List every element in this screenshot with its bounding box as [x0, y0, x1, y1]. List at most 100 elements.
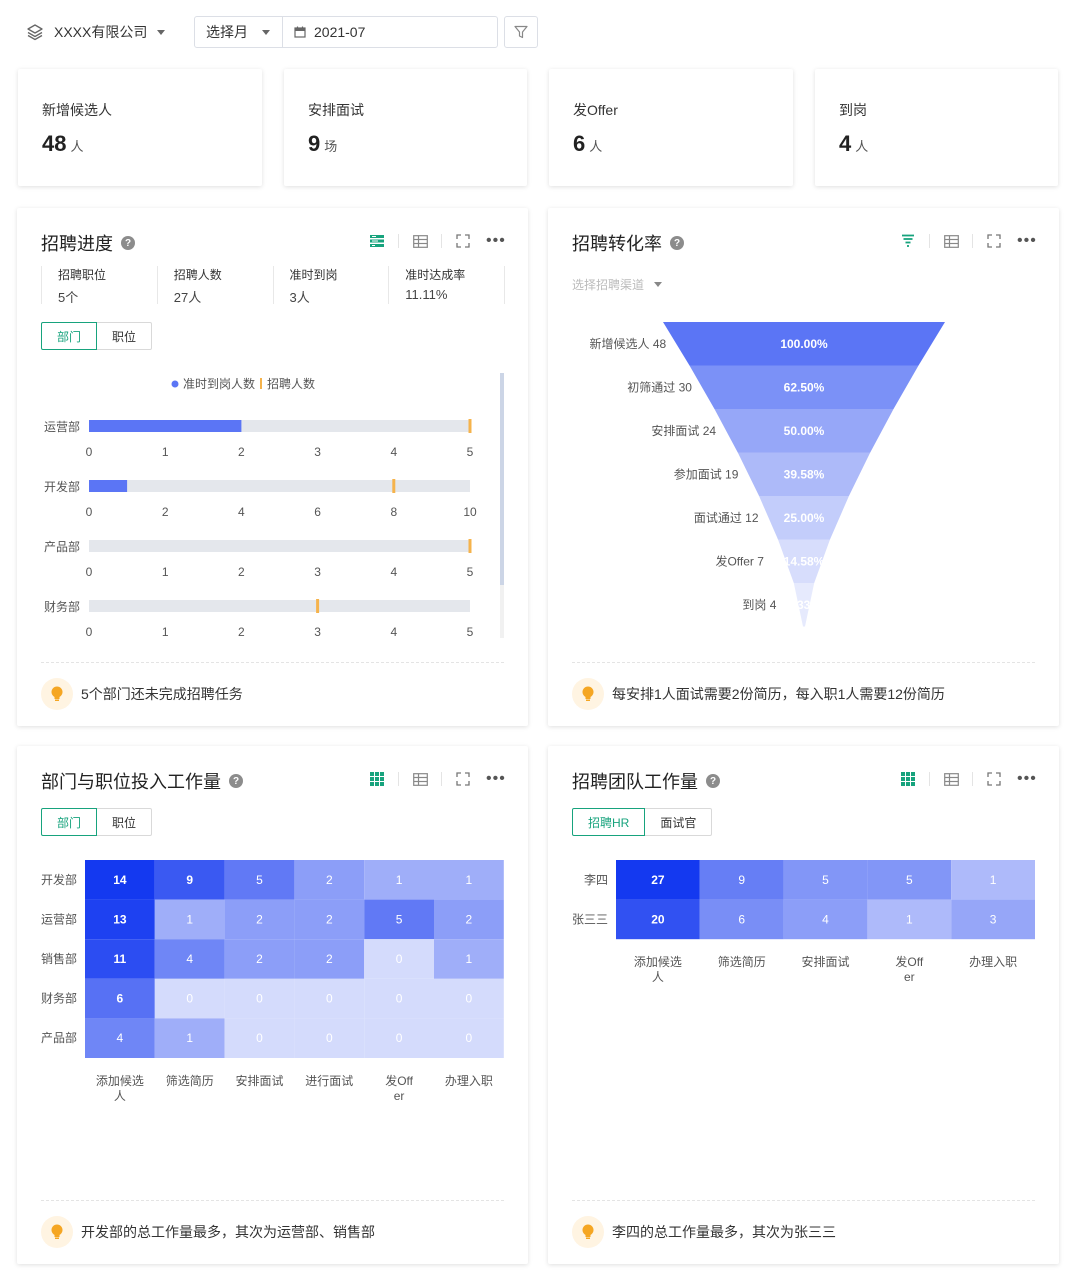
department-workload-heatmap: 开发部 14 9 5 2 1 1运营部 13 1 2 2 5 2销售部 11 4 2 2 0 1财务部 6 0 0 0 0 0产… [41, 860, 504, 1103]
kpi-unit: 场 [324, 139, 338, 154]
table-view-icon[interactable] [942, 232, 960, 250]
help-icon[interactable]: ? [121, 236, 135, 250]
bar-track [89, 480, 470, 492]
tick-label: 0 [86, 565, 93, 579]
heatmap-value: 0 [326, 1031, 333, 1045]
insight-tip: 每安排1人面试需要2份简历，每入职1人需要12份简历 [572, 678, 945, 710]
heatmap-view-icon[interactable] [899, 770, 917, 788]
tab-department[interactable]: 部门 [41, 808, 98, 836]
table-view-icon[interactable] [942, 770, 960, 788]
heatmap-value: 2 [326, 952, 333, 966]
heatmap-value: 2 [326, 873, 333, 887]
toolbar-divider [398, 772, 399, 786]
tip-text: 李四的总工作量最多，其次为张三三 [612, 1224, 836, 1240]
bar-track [89, 600, 470, 612]
heatmap-value: 5 [256, 873, 263, 887]
row-label: 销售部 [41, 951, 77, 966]
row-label: 李四 [584, 872, 608, 887]
tick-label: 6 [314, 505, 321, 519]
company-selector[interactable]: XXXX有限公司 [26, 20, 166, 44]
toolbar-divider [972, 772, 973, 786]
fullscreen-icon[interactable] [454, 770, 472, 788]
stat-label: 招聘职位 [58, 268, 107, 282]
help-icon[interactable]: ? [670, 236, 684, 250]
heatmap-value: 1 [466, 873, 473, 887]
heatmap-value: 3 [990, 912, 997, 926]
chevron-down-icon [157, 29, 166, 35]
layers-icon [27, 24, 43, 41]
toolbar-divider [972, 234, 973, 248]
filter-button[interactable] [504, 16, 538, 48]
tab-interviewer[interactable]: 面试官 [645, 808, 713, 836]
heatmap-value: 1 [396, 873, 403, 887]
fullscreen-icon[interactable] [985, 770, 1003, 788]
panel-title-text: 部门与职位投入工作量 [41, 772, 221, 792]
legend-arrived: 准时到岗人数 [183, 376, 255, 391]
top-bar: XXXX有限公司 选择月 2021-07 [0, 0, 1079, 62]
help-icon[interactable]: ? [706, 774, 720, 788]
more-options-icon[interactable]: ••• [486, 771, 505, 787]
heatmap-value: 13 [113, 912, 127, 926]
help-icon[interactable]: ? [229, 774, 243, 788]
tick-label: 4 [390, 625, 397, 639]
funnel-percent: 25.00% [784, 511, 825, 525]
insight-tip: 李四的总工作量最多，其次为张三三 [572, 1216, 836, 1248]
tab-department[interactable]: 部门 [41, 322, 98, 350]
tick-label: 2 [238, 445, 245, 459]
bar-view-icon[interactable] [368, 232, 386, 250]
column-label: 发Off [895, 954, 923, 969]
channel-select[interactable]: 选择招聘渠道 [572, 276, 663, 293]
funnel-stage-label: 面试通过 12 [694, 510, 759, 525]
target-marker [468, 539, 472, 553]
heatmap-view-icon[interactable] [368, 770, 386, 788]
insight-tip: 5个部门还未完成招聘任务 [41, 678, 243, 710]
scrollbar-thumb[interactable] [500, 373, 504, 585]
period-select[interactable]: 选择月 [195, 17, 283, 47]
table-view-icon[interactable] [411, 770, 429, 788]
month-input[interactable]: 2021-07 [283, 17, 365, 47]
fullscreen-icon[interactable] [454, 232, 472, 250]
tab-position[interactable]: 职位 [97, 322, 153, 350]
tab-recruiter-hr[interactable]: 招聘HR [572, 808, 646, 836]
progress-tabs: 部门 职位 [41, 322, 153, 350]
stat-on-time: 准时到岗 3人 [272, 266, 389, 305]
target-marker [468, 419, 472, 433]
panel-toolbar: ••• [368, 232, 505, 250]
divider [572, 662, 1035, 663]
tab-position[interactable]: 职位 [97, 808, 153, 836]
lightbulb-icon [572, 1216, 604, 1248]
fullscreen-icon[interactable] [985, 232, 1003, 250]
tick-label: 3 [314, 565, 321, 579]
funnel-percent: 62.50% [784, 380, 825, 394]
kpi-label: 到岗 [839, 102, 867, 118]
heatmap-value: 0 [326, 992, 333, 1006]
tick-label: 3 [314, 625, 321, 639]
kpi-label: 发Offer [573, 102, 618, 118]
stat-positions: 招聘职位 5个 [41, 266, 157, 305]
workload-tabs: 部门 职位 [41, 808, 153, 836]
tick-label: 3 [314, 445, 321, 459]
chevron-down-icon [262, 29, 270, 35]
column-label: 安排面试 [801, 954, 849, 969]
category-label: 运营部 [44, 419, 80, 434]
stat-label: 准时到岗 [289, 268, 338, 282]
toolbar-divider [929, 772, 930, 786]
progress-panel: 招聘进度? ••• 招聘职位 5个 招聘人数 27人 准时到岗 3人 准时达成率 11.… [17, 208, 528, 726]
column-label: 添加候选 [96, 1074, 144, 1088]
more-options-icon[interactable]: ••• [1017, 233, 1036, 249]
more-options-icon[interactable]: ••• [486, 233, 505, 249]
tick-label: 1 [162, 565, 169, 579]
kpi-unit: 人 [70, 139, 84, 154]
heatmap-value: 0 [396, 992, 403, 1006]
tick-label: 8 [390, 505, 397, 519]
stat-label: 招聘人数 [173, 268, 222, 282]
panel-title: 部门与职位投入工作量? [41, 768, 243, 794]
table-view-icon[interactable] [411, 232, 429, 250]
date-picker: 选择月 2021-07 [194, 16, 498, 48]
tip-text: 开发部的总工作量最多，其次为运营部、销售部 [81, 1224, 375, 1240]
funnel-view-icon[interactable] [899, 232, 917, 250]
panel-toolbar: ••• [899, 232, 1036, 250]
progress-stats: 招聘职位 5个 招聘人数 27人 准时到岗 3人 准时达成率 11.11% [41, 266, 505, 305]
more-options-icon[interactable]: ••• [1017, 771, 1036, 787]
heatmap-value: 1 [186, 912, 193, 926]
